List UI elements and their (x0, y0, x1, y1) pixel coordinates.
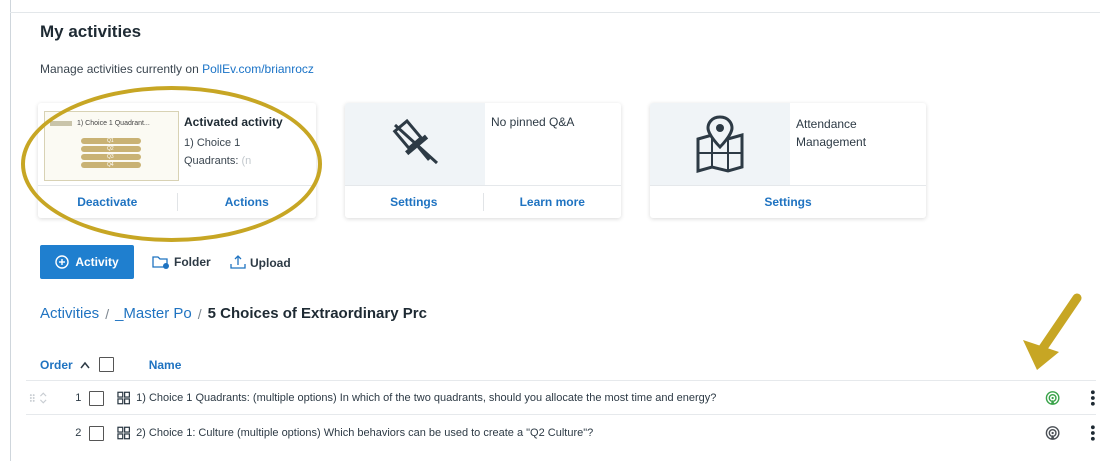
thumbnail-bar: Q2 (81, 146, 141, 152)
broadcast-icon[interactable] (1045, 425, 1060, 441)
attendance-settings-button[interactable]: Settings (650, 195, 926, 209)
add-folder-label: Folder (174, 255, 211, 269)
more-options-icon[interactable] (1090, 424, 1096, 442)
qa-settings-button[interactable]: Settings (345, 195, 483, 209)
attendance-card-footer: Settings (650, 185, 926, 218)
table-row[interactable]: 1 1) Choice 1 Quadrants: (multiple optio… (26, 383, 1096, 413)
activated-card-footer: Deactivate Actions (38, 185, 316, 218)
manage-prefix: Manage activities currently on (40, 62, 203, 76)
thumbnail-title: 1) Choice 1 Quadrant... (77, 120, 150, 127)
row-checkbox[interactable] (89, 425, 104, 441)
row-name[interactable]: 2) Choice 1: Culture (multiple options) … (136, 427, 899, 439)
manage-description: Manage activities currently on PollEv.co… (40, 62, 314, 76)
breadcrumb-separator: / (197, 305, 202, 322)
row-divider (26, 414, 1096, 415)
breadcrumb-parent[interactable]: _Master Po (115, 305, 192, 322)
thumbnail-bar: Q4 (81, 162, 141, 168)
table-row[interactable]: 2 2) Choice 1: Culture (multiple options… (26, 418, 1096, 448)
add-activity-button[interactable]: Activity (40, 245, 134, 279)
breadcrumb: Activities / _Master Po / 5 Choices of E… (40, 305, 427, 322)
pinned-qa-text: No pinned Q&A (491, 115, 575, 129)
pinned-qa-card: No pinned Q&A Settings Learn more (345, 103, 621, 218)
plus-circle-icon (55, 255, 70, 269)
map-pin-icon (696, 115, 744, 173)
breadcrumb-current: 5 Choices of Extraordinary Prc (207, 305, 427, 322)
frame-top-border (10, 12, 1100, 13)
page-title: My activities (40, 22, 142, 41)
breadcrumb-root[interactable]: Activities (40, 305, 99, 322)
order-column-header[interactable]: Order (40, 358, 73, 372)
highlight-arrow-icon (1023, 293, 1082, 370)
row-order: 1 (75, 392, 82, 404)
row-divider (26, 380, 1096, 381)
thumbnail-bar: Q3 (81, 154, 141, 160)
activated-activity-subname-text: Quadrants: (184, 155, 239, 167)
upload-label: Upload (250, 255, 291, 270)
folder-plus-icon (152, 256, 169, 269)
breadcrumb-separator: / (105, 305, 110, 322)
activated-activity-subname: Quadrants: (n (184, 155, 251, 167)
activated-activity-title: Activated activity (184, 115, 283, 129)
select-all-checkbox[interactable] (98, 357, 114, 372)
pin-icon-area (345, 103, 485, 185)
row-name[interactable]: 1) Choice 1 Quadrants: (multiple options… (136, 392, 899, 404)
actions-button[interactable]: Actions (178, 195, 317, 209)
upload-button[interactable]: Upload (230, 255, 291, 270)
activated-activity-card: 1) Choice 1 Quadrant... Q1 Q2 Q3 Q4 Acti… (38, 103, 316, 218)
add-activity-label: Activity (75, 255, 119, 269)
attendance-icon-area (650, 103, 790, 185)
add-folder-button[interactable]: Folder (152, 255, 211, 269)
row-checkbox[interactable] (89, 390, 104, 406)
pin-off-icon (392, 118, 439, 165)
broadcast-active-icon[interactable] (1045, 390, 1060, 406)
activity-thumbnail[interactable]: 1) Choice 1 Quadrant... Q1 Q2 Q3 Q4 (44, 111, 179, 181)
pollev-link[interactable]: PollEv.com/brianrocz (202, 62, 314, 76)
multiple-choice-icon (117, 391, 130, 405)
frame-left-border (10, 0, 11, 461)
attendance-card: Attendance Management Settings (650, 103, 926, 218)
more-options-icon[interactable] (1090, 389, 1096, 407)
thumbnail-logo (50, 121, 72, 126)
upload-icon (230, 255, 246, 269)
drag-handle-icon[interactable] (28, 392, 55, 404)
table-header: Order Name (40, 357, 181, 372)
chevron-up-icon[interactable] (79, 360, 91, 370)
qa-card-footer: Settings Learn more (345, 185, 621, 218)
thumbnail-bar: Q1 (81, 138, 141, 144)
deactivate-button[interactable]: Deactivate (38, 195, 177, 209)
name-column-header[interactable]: Name (149, 358, 182, 372)
activated-activity-name: 1) Choice 1 (184, 137, 241, 149)
attendance-line1: Attendance (796, 117, 857, 131)
multiple-choice-icon (117, 426, 130, 440)
row-order: 2 (75, 427, 82, 439)
activated-activity-subname-faded: (n (241, 155, 252, 167)
learn-more-button[interactable]: Learn more (484, 195, 622, 209)
attendance-line2: Management (796, 135, 867, 149)
attendance-text: Attendance Management (796, 115, 866, 151)
